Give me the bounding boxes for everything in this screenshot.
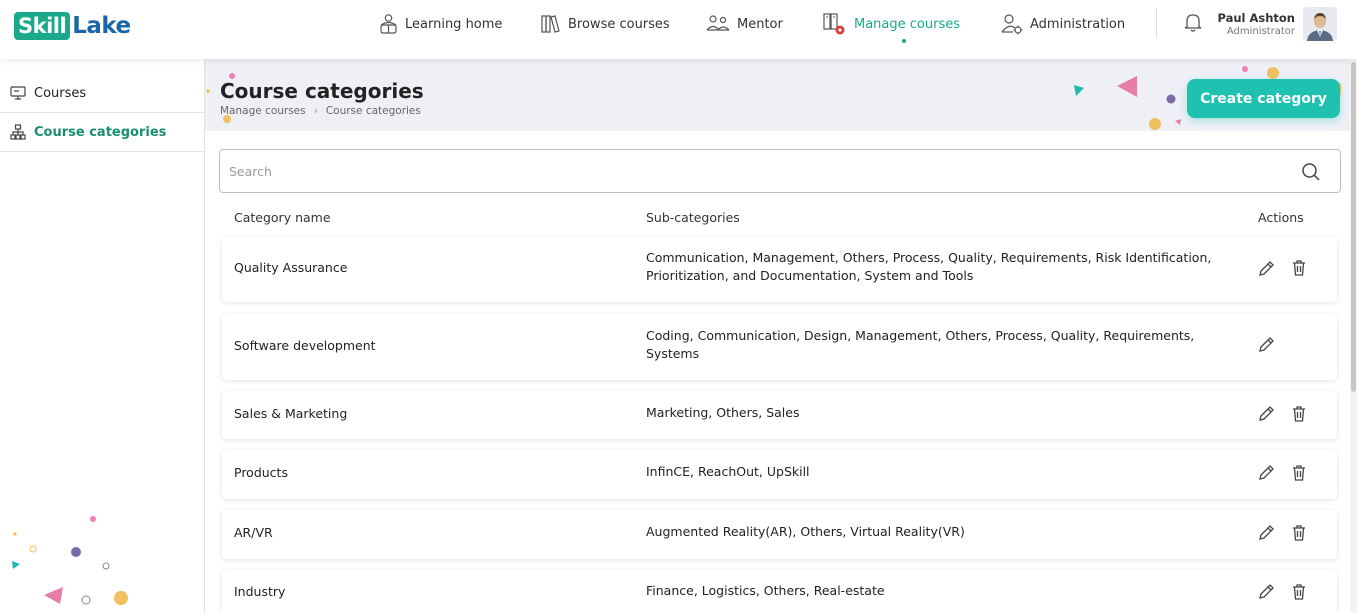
manage-courses-icon (823, 13, 845, 35)
sub-categories: Coding, Communication, Design, Managemen… (646, 328, 1195, 361)
sub-categories: Communication, Management, Others, Proce… (646, 250, 1212, 283)
nav-manage-courses-label: Manage courses (854, 16, 960, 32)
user-avatar[interactable] (1303, 7, 1337, 41)
edit-pencil-icon[interactable] (1257, 336, 1275, 358)
column-header-actions: Actions (1258, 210, 1304, 225)
hierarchy-icon (10, 124, 26, 140)
edit-pencil-icon[interactable] (1257, 524, 1275, 546)
breadcrumb-link-manage-courses[interactable]: Manage courses (220, 105, 306, 117)
sub-categories: InfinCE, ReachOut, UpSkill (646, 464, 810, 479)
active-nav-indicator (902, 39, 906, 43)
breadcrumb-separator: › (313, 105, 318, 117)
category-name: Industry (234, 584, 286, 599)
user-name[interactable]: Paul Ashton (1210, 11, 1295, 25)
edit-pencil-icon[interactable] (1257, 583, 1275, 605)
sidebar-item-courses-label: Courses (34, 85, 87, 101)
nav-learning-home-label: Learning home (405, 16, 503, 32)
page-scrollbar-thumb[interactable] (1351, 62, 1356, 392)
table-row: Sales & Marketing Marketing, Others, Sal… (222, 391, 1337, 439)
admin-user-gear-icon (1001, 14, 1023, 35)
column-header-category-name: Category name (234, 210, 331, 225)
create-category-button[interactable]: Create category (1187, 79, 1340, 118)
sub-categories: Marketing, Others, Sales (646, 405, 800, 420)
breadcrumb-current: Course categories (325, 105, 421, 117)
nav-mentor-label: Mentor (737, 16, 783, 32)
skilllake-logo[interactable]: Skill Lake (14, 11, 131, 41)
table-row: Industry Finance, Logistics, Others, Rea… (222, 570, 1337, 613)
column-header-sub-categories: Sub-categories (646, 210, 740, 225)
logo-part-lake: Lake (72, 13, 131, 39)
sidebar-item-course-categories[interactable]: Course categories (0, 113, 204, 152)
edit-pencil-icon[interactable] (1257, 260, 1275, 282)
sub-categories: Augmented Reality(AR), Others, Virtual R… (646, 524, 965, 539)
nav-browse-courses-label: Browse courses (568, 16, 670, 32)
logo-part-skill: Skill (14, 12, 71, 40)
nav-manage-courses[interactable]: Manage courses (822, 10, 960, 38)
delete-trash-icon[interactable] (1292, 525, 1306, 545)
nav-browse-courses[interactable]: Browse courses (540, 10, 670, 38)
delete-trash-icon[interactable] (1292, 465, 1306, 485)
table-row: AR/VR Augmented Reality(AR), Others, Vir… (222, 510, 1337, 559)
delete-trash-icon[interactable] (1292, 260, 1306, 280)
delete-trash-icon[interactable] (1292, 406, 1306, 426)
table-row: Products InfinCE, ReachOut, UpSkill (222, 450, 1337, 499)
breadcrumb: Manage courses › Course categories (220, 105, 421, 117)
nav-administration[interactable]: Administration (1000, 10, 1125, 38)
sub-categories: Finance, Logistics, Others, Real-estate (646, 583, 885, 598)
sidebar-item-courses[interactable]: Courses (0, 74, 204, 113)
user-role: Administrator (1226, 26, 1295, 37)
top-navigation-bar: Skill Lake Learning home Browse courses … (0, 0, 1357, 59)
page-title: Course categories (220, 79, 424, 103)
category-name: Software development (234, 338, 376, 353)
nav-administration-label: Administration (1030, 16, 1126, 32)
edit-pencil-icon[interactable] (1257, 464, 1275, 486)
learning-home-icon (380, 14, 397, 34)
search-input[interactable] (229, 161, 1279, 181)
nav-learning-home[interactable]: Learning home (378, 10, 502, 38)
notifications-bell-icon[interactable] (1184, 12, 1202, 36)
table-row: Software development Coding, Communicati… (222, 314, 1337, 380)
category-name: AR/VR (234, 525, 273, 540)
delete-trash-icon[interactable] (1292, 584, 1306, 604)
monitor-icon (10, 86, 26, 100)
category-name: Sales & Marketing (234, 406, 348, 421)
books-icon (541, 15, 560, 33)
nav-separator (1156, 8, 1157, 38)
sidebar-item-course-categories-label: Course categories (34, 124, 167, 140)
nav-mentor[interactable]: Mentor (706, 10, 783, 38)
decorative-confetti (12, 516, 128, 605)
mentor-icon (706, 15, 730, 31)
category-name: Quality Assurance (234, 260, 348, 275)
search-box (219, 149, 1341, 193)
edit-pencil-icon[interactable] (1257, 405, 1275, 427)
table-row: Quality Assurance Communication, Managem… (222, 237, 1337, 302)
search-icon[interactable] (1301, 162, 1321, 186)
category-name: Products (234, 465, 288, 480)
sidebar: Courses Course categories (0, 59, 205, 613)
